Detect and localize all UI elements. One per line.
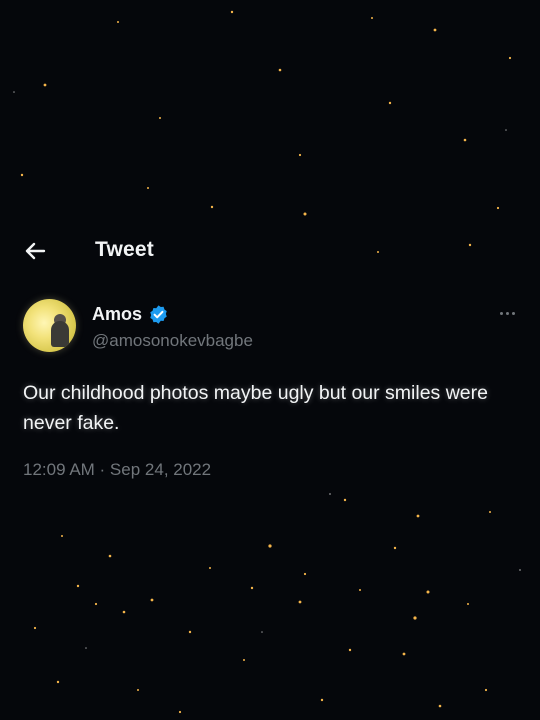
avatar-figure xyxy=(51,321,69,347)
more-dot-icon xyxy=(499,311,503,315)
more-dot-icon xyxy=(511,311,515,315)
page-title: Tweet xyxy=(95,238,154,261)
top-bar: Tweet xyxy=(0,228,540,274)
author-handle[interactable]: @amosonokevbagbe xyxy=(92,331,253,351)
sparkle-background xyxy=(13,10,521,714)
tweet-timestamp[interactable]: 12:09 AM · Sep 24, 2022 xyxy=(23,460,211,480)
avatar[interactable] xyxy=(23,299,76,352)
arrow-left-icon xyxy=(25,242,46,260)
tweet-text: Our childhood photos maybe ugly but our … xyxy=(23,382,488,434)
author-name[interactable]: Amos xyxy=(92,304,142,325)
verified-badge-icon xyxy=(150,305,167,324)
more-options-button[interactable] xyxy=(494,303,520,323)
more-dot-icon xyxy=(505,311,509,315)
back-button[interactable] xyxy=(20,236,50,266)
